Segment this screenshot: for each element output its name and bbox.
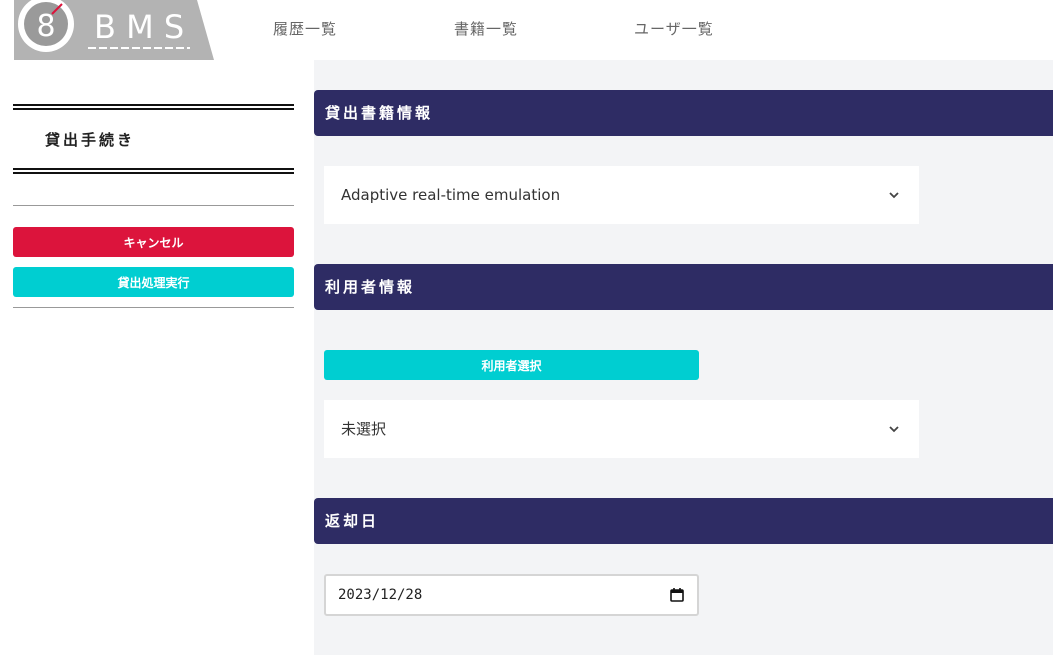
return-date-value: 2023/12/28 [338, 587, 423, 603]
book-select-value: Adaptive real-time emulation [341, 186, 561, 204]
logo-text: B M S [94, 8, 184, 46]
calendar-icon[interactable] [669, 587, 685, 603]
select-user-button[interactable]: 利用者選択 [324, 350, 699, 380]
main-panel: 貸出書籍情報 Adaptive real-time emulation 利用者情… [314, 60, 1053, 655]
user-select[interactable]: 未選択 [324, 400, 919, 458]
sidebar-rule [13, 307, 294, 308]
chevron-down-icon [889, 426, 899, 433]
sidebar-divider-top [13, 104, 294, 110]
execute-loan-button[interactable]: 貸出処理実行 [13, 267, 294, 297]
book-section-header: 貸出書籍情報 [314, 90, 1053, 136]
user-select-value: 未選択 [341, 420, 387, 438]
return-date-input[interactable]: 2023/12/28 [324, 574, 699, 616]
nav-history[interactable]: 履歴一覧 [273, 18, 337, 39]
book-select[interactable]: Adaptive real-time emulation [324, 166, 919, 224]
header: 8 B M S 履歴一覧 書籍一覧 ユーザ一覧 [0, 0, 1053, 60]
sidebar: 貸出手続き キャンセル 貸出処理実行 [0, 60, 314, 655]
logo[interactable]: 8 B M S [14, 0, 214, 60]
chevron-down-icon [889, 192, 899, 199]
user-section-header: 利用者情報 [314, 264, 1053, 310]
return-section-header: 返却日 [314, 498, 1053, 544]
cancel-button[interactable]: キャンセル [13, 227, 294, 257]
nav-users[interactable]: ユーザ一覧 [634, 18, 714, 39]
sidebar-rule [13, 205, 294, 206]
sidebar-divider-bottom [13, 168, 294, 174]
nav-books[interactable]: 書籍一覧 [454, 18, 518, 39]
sidebar-title: 貸出手続き [45, 131, 136, 149]
